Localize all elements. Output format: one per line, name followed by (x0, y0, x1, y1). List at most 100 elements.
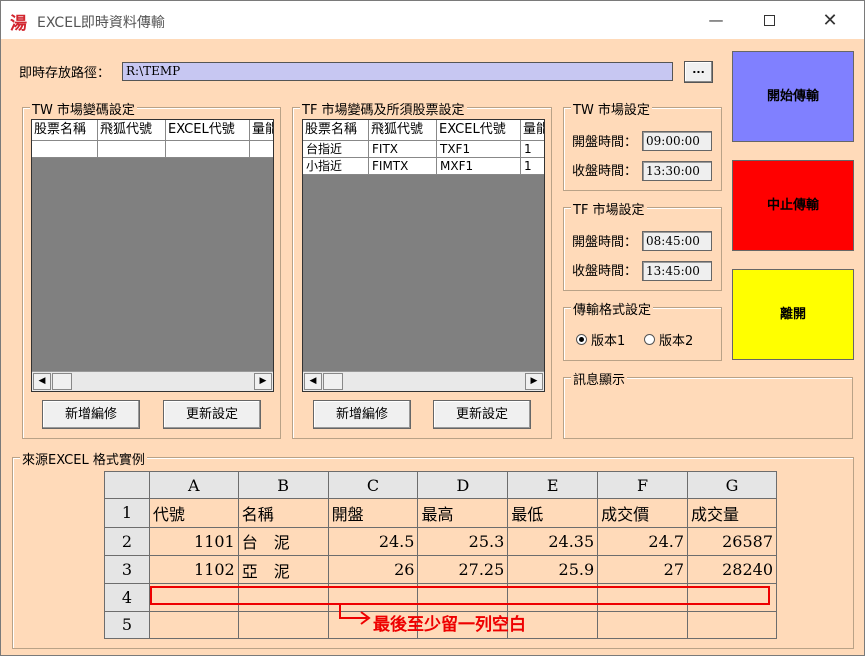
scroll-thumb[interactable] (323, 373, 343, 390)
empty-row-note: 最後至少留一列空白 (373, 615, 526, 635)
column-letter: C (327, 470, 419, 500)
table-cell: 小指近 (303, 158, 369, 175)
minimize-button[interactable]: — (693, 1, 739, 39)
column-letter: E (507, 470, 599, 500)
tw-open-label: 開盤時間： (572, 135, 638, 150)
scroll-right-icon[interactable]: ▶ (254, 373, 272, 390)
table-cell: 成交量 (687, 498, 777, 528)
table-row[interactable]: 小指近 FIMTX MXF1 1 (303, 158, 544, 175)
table-cell: 台 泥 (237, 526, 329, 557)
tw-open-time-field[interactable]: 09:00:00 (642, 131, 712, 151)
message-legend: 訊息顯示 (571, 369, 628, 388)
table-cell (250, 141, 273, 158)
row-number: 2 (104, 526, 150, 557)
window-title: EXCEL即時資料傳輸 (37, 15, 165, 31)
tw-add-edit-button[interactable]: 新增編修 (42, 400, 140, 429)
browse-button[interactable]: ... (684, 61, 713, 83)
maximize-icon (763, 14, 775, 26)
corner-cell (104, 470, 150, 500)
stop-button[interactable]: 中止傳輸 (732, 160, 854, 251)
column-letter: D (417, 470, 509, 500)
row-number: 4 (104, 583, 150, 612)
table-row: 3 1102 亞 泥 26 27.25 25.9 27 28240 (104, 555, 777, 585)
table-cell: 最高 (417, 498, 509, 528)
table-cell: 27 (597, 555, 689, 585)
table-cell (32, 141, 98, 158)
tf-stock-grid[interactable]: 股票名稱 飛狐代號 EXCEL代號 量能 台指近 FITX TXF1 1 小指近… (302, 119, 545, 392)
table-row[interactable] (32, 141, 273, 158)
scroll-thumb[interactable] (52, 373, 72, 390)
table-cell: 27.25 (417, 555, 509, 585)
table-cell (597, 610, 689, 640)
exit-button[interactable]: 離開 (732, 269, 854, 360)
table-cell (237, 610, 329, 640)
tf-close-label: 收盤時間： (572, 264, 638, 279)
start-button[interactable]: 開始傳輸 (732, 51, 854, 142)
tw-update-button[interactable]: 更新設定 (163, 400, 261, 429)
version1-label[interactable]: 版本1 (591, 330, 625, 349)
table-cell: 1101 (148, 526, 239, 557)
row-number: 1 (104, 498, 150, 528)
close-icon: ✕ (822, 9, 838, 31)
tw-horizontal-scrollbar[interactable]: ◀ ▶ (32, 371, 273, 391)
table-cell: 24.5 (327, 526, 419, 557)
tf-close-time-field[interactable]: 13:45:00 (642, 261, 712, 281)
close-button[interactable]: ✕ (807, 1, 853, 39)
column-header[interactable]: 股票名稱 (303, 120, 369, 140)
tf-update-button[interactable]: 更新設定 (433, 400, 531, 429)
table-cell: 28240 (687, 555, 777, 585)
table-row: 2 1101 台 泥 24.5 25.3 24.35 24.7 26587 (104, 526, 777, 557)
column-header[interactable]: EXCEL代號 (437, 120, 521, 140)
table-row[interactable]: 台指近 FITX TXF1 1 (303, 141, 544, 158)
tw-close-time-field[interactable]: 13:30:00 (642, 161, 712, 181)
table-cell: 24.7 (597, 526, 689, 557)
excel-example-legend: 來源EXCEL 格式實例 (20, 449, 147, 468)
table-cell: 開盤 (327, 498, 419, 528)
table-row: A B C D E F G (104, 470, 777, 500)
tw-market-legend: TW 市場設定 (571, 99, 652, 118)
table-cell: MXF1 (437, 158, 521, 175)
table-cell (166, 141, 250, 158)
version2-radio[interactable] (644, 334, 655, 345)
column-header[interactable]: 股票名稱 (32, 120, 98, 140)
table-cell: 26587 (687, 526, 777, 557)
column-header[interactable]: 量能 (521, 120, 544, 140)
format-group: 傳輸格式設定 (563, 299, 722, 361)
tf-add-edit-button[interactable]: 新增編修 (313, 400, 411, 429)
row-number: 5 (104, 610, 150, 640)
tw-close-label: 收盤時間： (572, 164, 638, 179)
scroll-left-icon[interactable]: ◀ (304, 373, 322, 390)
arrow-icon (339, 604, 371, 625)
tw-grid-legend: TW 市場變碼設定 (30, 99, 137, 118)
minimize-icon: — (708, 11, 724, 29)
table-cell: TXF1 (437, 141, 521, 158)
table-cell: 25.9 (507, 555, 599, 585)
scroll-left-icon[interactable]: ◀ (33, 373, 51, 390)
column-header[interactable]: 量能 (250, 120, 273, 140)
version2-label[interactable]: 版本2 (659, 330, 693, 349)
column-header[interactable]: 飛狐代號 (369, 120, 437, 140)
path-label: 即時存放路徑： (19, 66, 111, 81)
tf-grid-header: 股票名稱 飛狐代號 EXCEL代號 量能 (303, 120, 544, 141)
column-header[interactable]: 飛狐代號 (98, 120, 166, 140)
tf-horizontal-scrollbar[interactable]: ◀ ▶ (303, 371, 544, 391)
table-cell: 最低 (507, 498, 599, 528)
app-window: 湯 EXCEL即時資料傳輸 — ✕ 即時存放路徑： R:\TEMP ... TW… (0, 0, 865, 656)
tw-stock-grid[interactable]: 股票名稱 飛狐代號 EXCEL代號 量能 ◀ ▶ (31, 119, 274, 392)
table-cell: 25.3 (417, 526, 509, 557)
table-row: 1 代號 名稱 開盤 最高 最低 成交價 成交量 (104, 498, 777, 528)
tf-open-time-field[interactable]: 08:45:00 (642, 231, 712, 251)
row-number: 3 (104, 555, 150, 585)
table-cell: 台指近 (303, 141, 369, 158)
table-cell: 24.35 (507, 526, 599, 557)
app-icon: 湯 (10, 14, 27, 34)
table-cell: 代號 (148, 498, 239, 528)
column-header[interactable]: EXCEL代號 (166, 120, 250, 140)
path-input[interactable]: R:\TEMP (122, 62, 673, 81)
table-cell: 名稱 (237, 498, 329, 528)
version1-radio[interactable] (576, 334, 587, 345)
scroll-right-icon[interactable]: ▶ (525, 373, 543, 390)
maximize-button[interactable] (746, 1, 792, 39)
table-cell: 1 (521, 141, 544, 158)
format-legend: 傳輸格式設定 (571, 299, 654, 318)
